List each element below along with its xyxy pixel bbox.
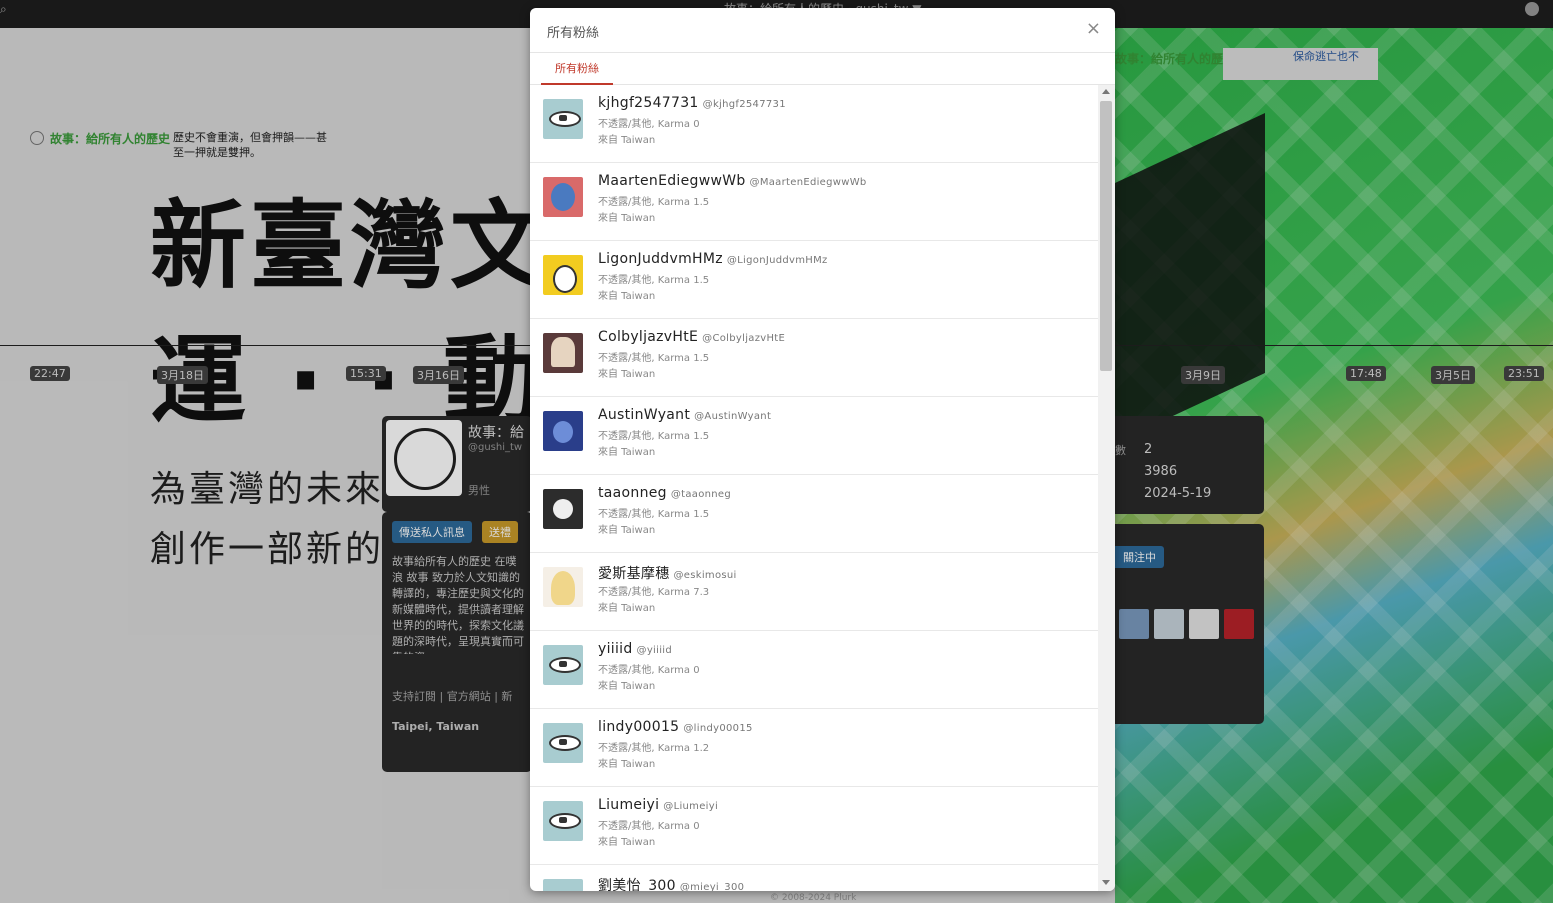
avatar[interactable] (543, 333, 583, 373)
modal-header: 所有粉絲 × (530, 8, 1115, 53)
follower-nickname[interactable]: ColbyljazvHtE @ColbyljazvHtE (598, 329, 785, 345)
list-item[interactable]: AustinWyant @AustinWyant 不透露/其他, Karma 1.5… (530, 397, 1098, 475)
tab-all-followers[interactable]: 所有粉絲 (541, 53, 613, 85)
list-item[interactable]: 劉美怡_300@mieyi_300不透露/其他, Karma 0來自 Taiwa… (530, 865, 1098, 891)
follower-handle: @MaartenEdiegwwWb (749, 177, 867, 188)
follower-handle: @eskimosui (673, 570, 737, 581)
list-item[interactable]: kjhgf2547731 @kjhgf2547731 不透露/其他, Karma 0… (530, 85, 1098, 163)
follower-name[interactable]: LigonJuddvmHMz (598, 251, 723, 267)
avatar[interactable] (543, 567, 583, 607)
list-item[interactable]: lindy00015 @lindy00015 不透露/其他, Karma 1.2 來自… (530, 709, 1098, 787)
followers-modal: 所有粉絲 × 所有粉絲 kjhgf2547731 @kjhgf2547731 不透露… (530, 8, 1115, 891)
modal-tabs: 所有粉絲 (530, 53, 1115, 85)
follower-handle: @kjhgf2547731 (702, 99, 786, 110)
follower-location: 來自 Taiwan (598, 213, 656, 224)
follower-meta: 不透露/其他, Karma 7.3 (598, 587, 710, 598)
follower-nickname[interactable]: LigonJuddvmHMz @LigonJuddvmHMz (598, 251, 828, 267)
avatar[interactable] (543, 177, 583, 217)
follower-nickname[interactable]: MaartenEdiegwwWb @MaartenEdiegwwWb (598, 173, 867, 189)
follower-handle: @AustinWyant (694, 411, 772, 422)
avatar[interactable] (543, 723, 583, 763)
scroll-down-icon[interactable] (1102, 880, 1110, 885)
follower-nickname[interactable]: kjhgf2547731 @kjhgf2547731 (598, 95, 786, 111)
follower-name[interactable]: yiiiid (598, 641, 633, 657)
follower-meta: 不透露/其他, Karma 1.5 (598, 431, 710, 442)
follower-name[interactable]: taaonneg (598, 485, 667, 501)
follower-handle: @LigonJuddvmHMz (726, 255, 828, 266)
avatar[interactable] (543, 801, 583, 841)
list-item[interactable]: yiiiid @yiiiid 不透露/其他, Karma 0 來自 Taiwan (530, 631, 1098, 709)
follower-meta: 不透露/其他, Karma 1.5 (598, 197, 710, 208)
follower-handle: @yiiiid (636, 645, 673, 656)
list-item[interactable]: taaonneg @taaonneg 不透露/其他, Karma 1.5 來自 Tai… (530, 475, 1098, 553)
follower-meta: 不透露/其他, Karma 1.5 (598, 509, 710, 520)
follower-location: 來自 Taiwan (598, 369, 656, 380)
follower-location: 來自 Taiwan (598, 681, 656, 692)
avatar[interactable] (543, 99, 583, 139)
follower-handle: @lindy00015 (683, 723, 753, 734)
follower-meta: 不透露/其他, Karma 1.5 (598, 275, 710, 286)
follower-location: 來自 Taiwan (598, 525, 656, 536)
modal-title: 所有粉絲 (547, 26, 600, 41)
follower-location: 來自 Taiwan (598, 759, 656, 770)
follower-nickname[interactable]: 劉美怡_300 @mieyi_300 (598, 875, 744, 891)
follower-location: 來自 Taiwan (598, 291, 656, 302)
follower-handle: @mieyi_300 (679, 882, 745, 891)
follower-location: 來自 Taiwan (598, 837, 656, 848)
follower-nickname[interactable]: Liumeiyi @Liumeiyi (598, 797, 718, 813)
avatar[interactable] (543, 489, 583, 529)
avatar[interactable] (543, 411, 583, 451)
follower-location: 來自 Taiwan (598, 603, 656, 614)
follower-location: 來自 Taiwan (598, 135, 656, 146)
follower-meta: 不透露/其他, Karma 0 (598, 119, 700, 130)
list-item[interactable]: 愛斯基摩穗 @eskimosui 不透露/其他, Karma 7.3 來自 Taiwa… (530, 553, 1098, 631)
avatar[interactable] (543, 645, 583, 685)
follower-name[interactable]: kjhgf2547731 (598, 95, 699, 111)
list-item[interactable]: Liumeiyi @Liumeiyi 不透露/其他, Karma 0 來自 Taiwa… (530, 787, 1098, 865)
follower-handle: @ColbyljazvHtE (702, 333, 786, 344)
follower-meta: 不透露/其他, Karma 1.5 (598, 353, 710, 364)
list-item[interactable]: MaartenEdiegwwWb @MaartenEdiegwwWb 不透露/其他,… (530, 163, 1098, 241)
follower-nickname[interactable]: AustinWyant @AustinWyant (598, 407, 771, 423)
follower-meta: 不透露/其他, Karma 1.2 (598, 743, 710, 754)
follower-nickname[interactable]: lindy00015 @lindy00015 (598, 719, 753, 735)
follower-list[interactable]: kjhgf2547731 @kjhgf2547731 不透露/其他, Karma 0… (530, 85, 1098, 891)
follower-handle: @Liumeiyi (663, 801, 719, 812)
follower-meta: 不透露/其他, Karma 0 (598, 821, 700, 832)
follower-nickname[interactable]: yiiiid @yiiiid (598, 641, 672, 657)
follower-handle: @taaonneg (670, 489, 732, 500)
scroll-up-icon[interactable] (1102, 89, 1110, 94)
follower-meta: 不透露/其他, Karma 0 (598, 665, 700, 676)
avatar[interactable] (543, 255, 583, 295)
list-item[interactable]: ColbyljazvHtE @ColbyljazvHtE 不透露/其他, Karma… (530, 319, 1098, 397)
scrollbar-thumb[interactable] (1100, 101, 1112, 371)
follower-name[interactable]: 愛斯基摩穗 (598, 566, 670, 582)
list-item[interactable]: LigonJuddvmHMz @LigonJuddvmHMz 不透露/其他, Kar… (530, 241, 1098, 319)
avatar[interactable] (543, 879, 583, 891)
close-icon[interactable]: × (1086, 18, 1101, 39)
scrollbar[interactable] (1098, 85, 1115, 891)
follower-nickname[interactable]: taaonneg @taaonneg (598, 485, 731, 501)
follower-name[interactable]: Liumeiyi (598, 797, 659, 813)
follower-name[interactable]: MaartenEdiegwwWb (598, 173, 746, 189)
follower-name[interactable]: lindy00015 (598, 719, 679, 735)
follower-name[interactable]: ColbyljazvHtE (598, 329, 698, 345)
follower-nickname[interactable]: 愛斯基摩穗 @eskimosui (598, 563, 737, 583)
follower-name[interactable]: AustinWyant (598, 407, 690, 423)
follower-location: 來自 Taiwan (598, 447, 656, 458)
follower-name[interactable]: 劉美怡_300 (598, 878, 676, 891)
